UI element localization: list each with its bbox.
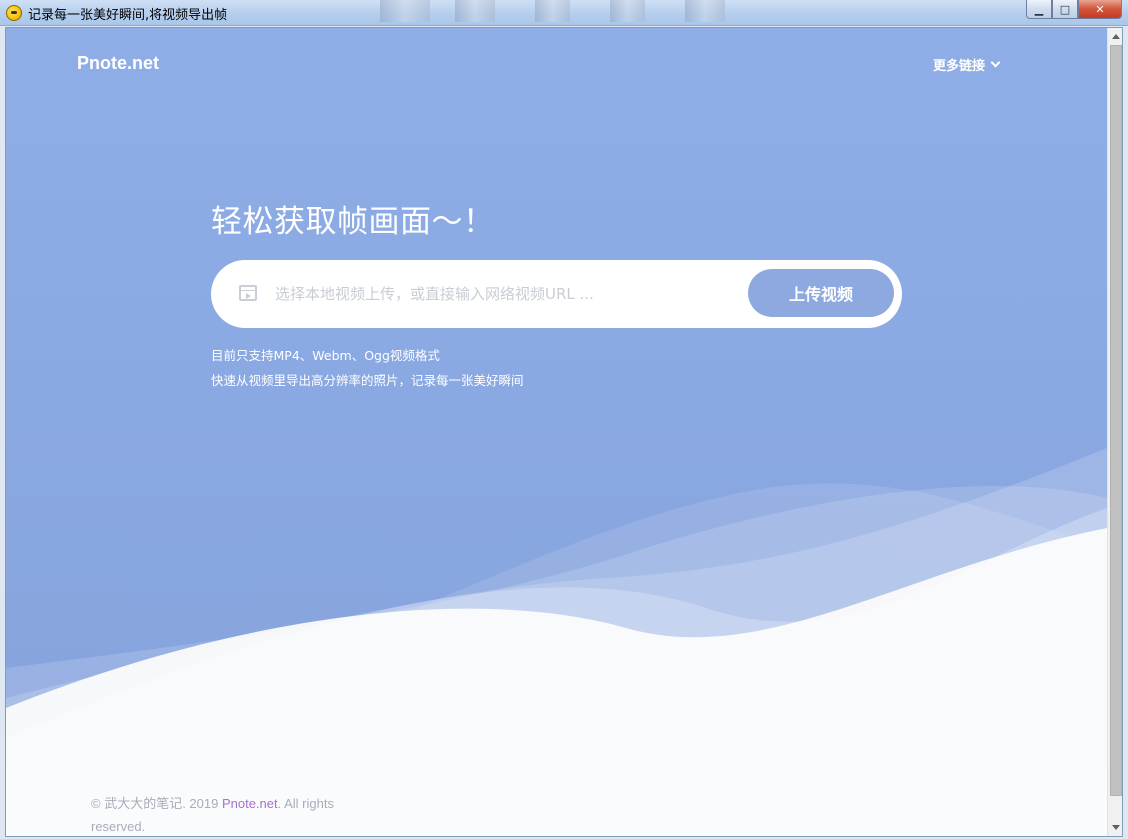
- titlebar-background: [610, 0, 645, 22]
- scrollbar-thumb[interactable]: [1110, 45, 1122, 796]
- video-url-input[interactable]: [275, 280, 675, 308]
- copyright-prefix: © 武大大的笔记. 2019: [91, 796, 222, 811]
- titlebar-background: [455, 0, 495, 22]
- format-note: 目前只支持MP4、Webm、Ogg视频格式: [211, 348, 440, 363]
- chevron-down-icon: [990, 57, 1001, 68]
- page-title: 轻松获取帧画面～！: [211, 204, 495, 240]
- hero-section: Pnote.net 更多链接 轻松获取帧画面～！ 上传视频 目前只支持MP4、W…: [6, 28, 1107, 768]
- wave-decoration: [6, 448, 1107, 768]
- video-file-icon[interactable]: [239, 285, 257, 301]
- upload-bar: 上传视频: [211, 260, 902, 328]
- more-links-label: 更多链接: [933, 59, 986, 74]
- titlebar-background: [685, 0, 725, 22]
- maximize-button[interactable]: □: [1052, 0, 1078, 19]
- scroll-up-arrow-icon[interactable]: [1112, 34, 1120, 39]
- copyright-text: © 武大大的笔记. 2019 Pnote.net. All rights res…: [91, 792, 391, 836]
- page-viewport: Pnote.net 更多链接 轻松获取帧画面～！ 上传视频 目前只支持MP4、W…: [5, 27, 1123, 837]
- upload-video-button[interactable]: 上传视频: [748, 269, 894, 317]
- site-logo[interactable]: Pnote.net: [77, 53, 159, 74]
- window-controls: ▁ □ ✕: [1026, 0, 1122, 19]
- close-button[interactable]: ✕: [1078, 0, 1122, 19]
- app-icon: [6, 5, 22, 21]
- titlebar-background: [535, 0, 570, 22]
- titlebar-background: [380, 0, 430, 22]
- footer-brand-link[interactable]: Pnote.net: [222, 796, 278, 811]
- tagline-note: 快速从视频里导出高分辨率的照片，记录每一张美好瞬间: [211, 373, 524, 388]
- vertical-scrollbar[interactable]: [1107, 28, 1122, 836]
- minimize-button[interactable]: ▁: [1026, 0, 1052, 19]
- more-links-menu[interactable]: 更多链接: [933, 55, 1001, 74]
- page-footer: © 武大大的笔记. 2019 Pnote.net. All rights res…: [6, 768, 1107, 836]
- window-titlebar: 记录每一张美好瞬间,将视频导出帧 ▁ □ ✕: [0, 0, 1128, 26]
- window-title: 记录每一张美好瞬间,将视频导出帧: [28, 8, 228, 23]
- scroll-down-arrow-icon[interactable]: [1112, 825, 1120, 830]
